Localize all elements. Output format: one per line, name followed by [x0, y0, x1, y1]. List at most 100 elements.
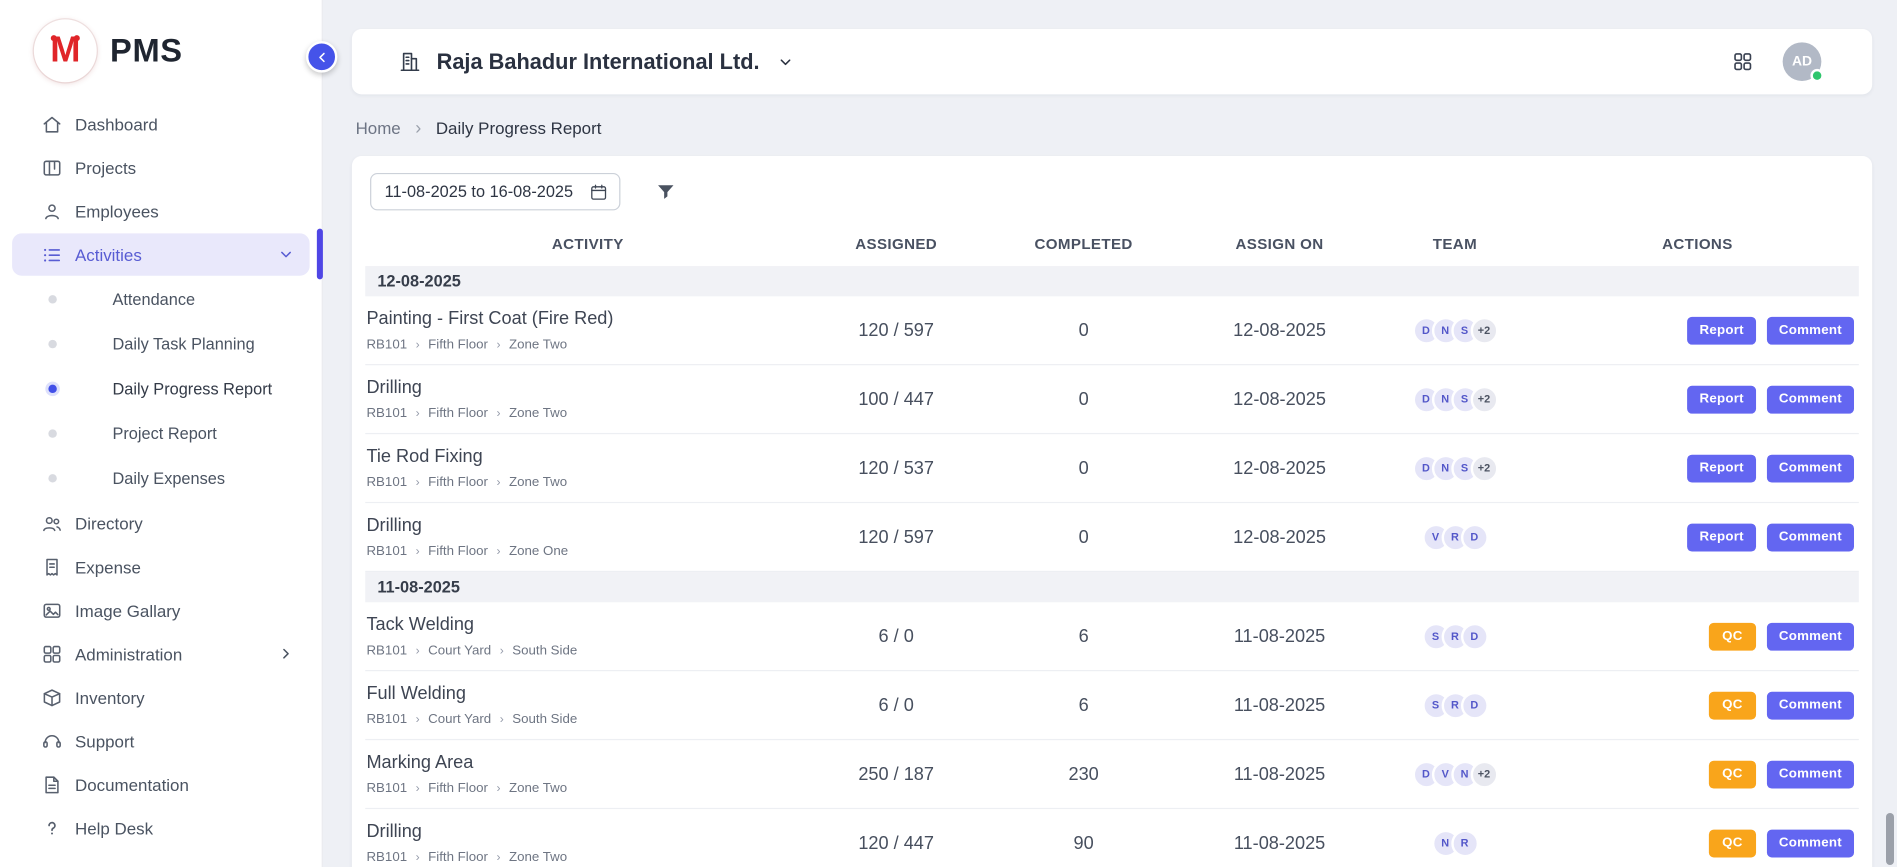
activity-path: RB101›Fifth Floor›Zone Two [366, 781, 800, 796]
sidebar-subitem-label: Project Report [112, 424, 216, 442]
path-separator-icon: › [496, 545, 500, 558]
report-button[interactable]: Report [1687, 454, 1756, 482]
activity-path: RB101›Fifth Floor›Zone Two [366, 850, 800, 865]
path-segment: Court Yard [428, 643, 491, 658]
user-avatar[interactable]: AD [1783, 42, 1822, 81]
activity-row: Full WeldingRB101›Court Yard›South Side6… [365, 671, 1859, 740]
path-segment: Fifth Floor [428, 850, 488, 865]
comment-button[interactable]: Comment [1767, 385, 1854, 413]
team-avatar[interactable]: +2 [1470, 316, 1498, 344]
path-separator-icon: › [416, 407, 420, 420]
comment-button[interactable]: Comment [1767, 316, 1854, 344]
activity-cell: Marking AreaRB101›Fifth Floor›Zone Two [365, 750, 810, 798]
filter-bar: 11-08-2025 to 16-08-2025 [352, 171, 1872, 225]
comment-button[interactable]: Comment [1767, 691, 1854, 719]
building-icon [398, 50, 422, 74]
sidebar-collapse-button[interactable] [306, 41, 337, 72]
team-avatars: VRD [1374, 523, 1536, 551]
activity-cell: Drilling RB101›Fifth Floor›Zone Two [365, 819, 810, 867]
sidebar-subitem-label: Daily Task Planning [112, 335, 254, 353]
team-avatar[interactable]: +2 [1470, 760, 1498, 788]
sidebar-subitem-daily-expenses[interactable]: Daily Expenses [0, 456, 322, 501]
path-segment: RB101 [366, 337, 407, 352]
administration-icon [41, 643, 63, 665]
sidebar-subitem-project-report[interactable]: Project Report [0, 411, 322, 456]
apps-grid-icon[interactable] [1732, 51, 1754, 73]
breadcrumb-home[interactable]: Home [356, 119, 401, 138]
comment-button[interactable]: Comment [1767, 454, 1854, 482]
date-range-input[interactable]: 11-08-2025 to 16-08-2025 [370, 173, 620, 210]
row-actions: QC Comment [1536, 829, 1859, 857]
sidebar-item-dashboard[interactable]: Dashboard [12, 103, 310, 145]
sidebar-item-administration[interactable]: Administration [12, 633, 310, 675]
path-separator-icon: › [496, 476, 500, 489]
comment-button[interactable]: Comment [1767, 622, 1854, 650]
qc-button[interactable]: QC [1709, 760, 1756, 788]
report-button[interactable]: Report [1687, 523, 1756, 551]
team-avatar[interactable]: R [1451, 829, 1479, 857]
sidebar-subitem-daily-task-planning[interactable]: Daily Task Planning [0, 322, 322, 367]
scrollbar-thumb[interactable] [1886, 813, 1894, 865]
app-logo[interactable]: M PMS [0, 0, 322, 94]
sidebar-subitem-attendance[interactable]: Attendance [0, 277, 322, 322]
app-root: M PMS DashboardProjects Employees Activiti… [0, 0, 1896, 867]
qc-button[interactable]: QC [1709, 691, 1756, 719]
assign-on-date: 12-08-2025 [1185, 320, 1374, 341]
report-card: 11-08-2025 to 16-08-2025 ACTIVITYASSIGNE… [352, 156, 1872, 867]
sidebar-item-label: Employees [75, 201, 159, 220]
team-avatar[interactable]: D [1460, 691, 1488, 719]
activity-title: Tack Welding [366, 614, 800, 635]
path-segment: Court Yard [428, 712, 491, 727]
sidebar-item-inventory[interactable]: Inventory [12, 676, 310, 718]
activity-row: DrillingRB101›Fifth Floor›Zone One120 / … [365, 503, 1859, 572]
sidebar-nav: DashboardProjects Employees ActivitiesAtte… [0, 94, 322, 849]
path-segment: Zone Two [509, 781, 567, 796]
bullet-icon [48, 340, 56, 348]
completed-value: 90 [982, 833, 1185, 854]
sidebar-item-help-desk[interactable]: Help Desk [12, 807, 310, 849]
report-button[interactable]: Report [1687, 316, 1756, 344]
activity-title: Marking Area [366, 752, 800, 773]
gallery-icon [41, 599, 63, 621]
path-segment: RB101 [366, 406, 407, 421]
main-content: Raja Bahadur International Ltd. AD Home … [323, 0, 1896, 867]
sidebar-subitem-label: Daily Progress Report [112, 380, 272, 398]
path-segment: South Side [512, 643, 577, 658]
team-avatar[interactable]: D [1460, 523, 1488, 551]
team-avatar[interactable]: D [1460, 622, 1488, 650]
comment-button[interactable]: Comment [1767, 760, 1854, 788]
filter-funnel-icon[interactable] [655, 181, 676, 202]
company-selector[interactable]: Raja Bahadur International Ltd. [398, 49, 795, 74]
documentation-icon [41, 773, 63, 795]
sidebar-item-support[interactable]: Support [12, 720, 310, 762]
report-button[interactable]: Report [1687, 385, 1756, 413]
date-group-row: 12-08-2025 [365, 266, 1859, 296]
team-avatar[interactable]: +2 [1470, 454, 1498, 482]
comment-button[interactable]: Comment [1767, 523, 1854, 551]
avatar-initials: AD [1792, 54, 1812, 69]
qc-button[interactable]: QC [1709, 622, 1756, 650]
sidebar-item-activities[interactable]: Activities [12, 233, 310, 275]
activity-row: Marking AreaRB101›Fifth Floor›Zone Two25… [365, 740, 1859, 809]
sidebar-item-image-gallary[interactable]: Image Gallary [12, 589, 310, 631]
sidebar-subitem-label: Daily Expenses [112, 469, 225, 487]
team-avatar[interactable]: +2 [1470, 385, 1498, 413]
activity-title: Drilling [366, 821, 800, 842]
path-segment: RB101 [366, 712, 407, 727]
sidebar-item-expense[interactable]: Expense [12, 545, 310, 587]
path-segment: Fifth Floor [428, 544, 488, 559]
team-avatars: NR [1374, 829, 1536, 857]
sidebar-item-projects[interactable]: Projects [12, 146, 310, 188]
path-separator-icon: › [496, 782, 500, 795]
sidebar-item-directory[interactable]: Directory [12, 502, 310, 544]
sidebar-item-employees[interactable]: Employees [12, 190, 310, 232]
assigned-value: 120 / 597 [810, 320, 982, 341]
activity-path: RB101›Court Yard›South Side [366, 643, 800, 658]
path-separator-icon: › [416, 476, 420, 489]
sidebar-item-documentation[interactable]: Documentation [12, 763, 310, 805]
sidebar-subitem-daily-progress-report[interactable]: Daily Progress Report [0, 366, 322, 411]
sidebar-item-label: Expense [75, 557, 141, 576]
comment-button[interactable]: Comment [1767, 829, 1854, 857]
home-icon [41, 113, 63, 135]
qc-button[interactable]: QC [1709, 829, 1756, 857]
